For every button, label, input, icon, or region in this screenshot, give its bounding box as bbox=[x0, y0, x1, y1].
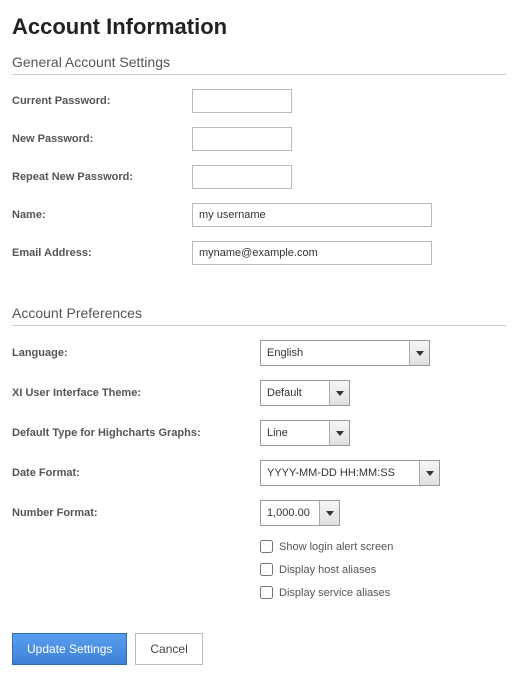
name-input[interactable] bbox=[192, 203, 432, 227]
show-login-alert-checkbox[interactable] bbox=[260, 540, 273, 553]
name-label: Name: bbox=[12, 209, 192, 221]
new-password-input[interactable] bbox=[192, 127, 292, 151]
email-label: Email Address: bbox=[12, 247, 192, 259]
cancel-button[interactable]: Cancel bbox=[135, 633, 202, 665]
display-host-aliases-checkbox[interactable] bbox=[260, 563, 273, 576]
email-input[interactable] bbox=[192, 241, 432, 265]
prefs-section-title: Account Preferences bbox=[12, 305, 506, 321]
current-password-input[interactable] bbox=[192, 89, 292, 113]
current-password-label: Current Password: bbox=[12, 95, 192, 107]
new-password-label: New Password: bbox=[12, 133, 192, 145]
divider bbox=[12, 325, 506, 326]
date-format-label: Date Format: bbox=[12, 467, 260, 479]
number-format-select[interactable]: 1,000.00 bbox=[260, 500, 340, 526]
display-service-aliases-checkbox[interactable] bbox=[260, 586, 273, 599]
chart-type-label: Default Type for Highcharts Graphs: bbox=[12, 427, 260, 439]
update-settings-button[interactable]: Update Settings bbox=[12, 633, 127, 665]
language-label: Language: bbox=[12, 347, 260, 359]
display-host-aliases-label: Display host aliases bbox=[279, 564, 376, 576]
general-section-title: General Account Settings bbox=[12, 54, 506, 70]
number-format-label: Number Format: bbox=[12, 507, 260, 519]
repeat-password-label: Repeat New Password: bbox=[12, 171, 192, 183]
page-title: Account Information bbox=[12, 14, 506, 40]
date-format-select[interactable]: YYYY-MM-DD HH:MM:SS bbox=[260, 460, 440, 486]
display-service-aliases-label: Display service aliases bbox=[279, 587, 390, 599]
chart-type-select[interactable]: Line bbox=[260, 420, 350, 446]
divider bbox=[12, 74, 506, 75]
repeat-password-input[interactable] bbox=[192, 165, 292, 189]
theme-select[interactable]: Default bbox=[260, 380, 350, 406]
show-login-alert-label: Show login alert screen bbox=[279, 541, 393, 553]
theme-label: XI User Interface Theme: bbox=[12, 387, 260, 399]
language-select[interactable]: English bbox=[260, 340, 430, 366]
